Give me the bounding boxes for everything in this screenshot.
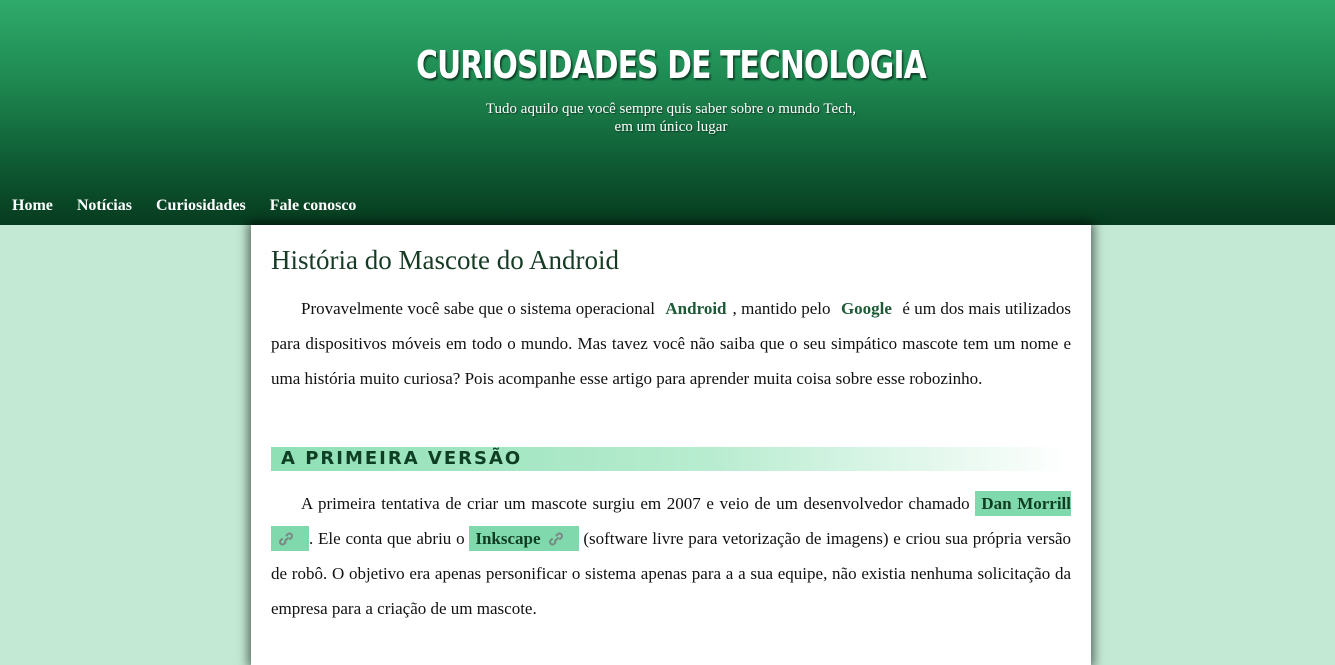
site-subtitle: Tudo aquilo que você sempre quis saber s… [470,100,872,136]
nav-item-curiosidades[interactable]: Curiosidades [156,196,246,218]
nav-item-fale-conosco[interactable]: Fale conosco [270,196,357,218]
link-dan-morrill-label: Dan Morrill [981,494,1072,513]
article-container: História do Mascote do Android Provavelm… [251,225,1091,665]
site-header: CURIOSIDADES DE TECNOLOGIA Tudo aquilo q… [0,0,1335,225]
link-inkscape[interactable]: Inkscape [469,526,579,551]
nav-item-home[interactable]: Home [12,196,53,218]
site-title: CURIOSIDADES DE TECNOLOGIA [416,43,927,87]
link-inkscape-label: Inkscape [475,529,541,548]
intro-text-1: Provavelmente você sabe que o sistema op… [301,299,660,318]
article-intro-paragraph: Provavelmente você sabe que o sistema op… [271,291,1071,396]
section-paragraph: A primeira tentativa de criar um mascote… [271,486,1072,626]
intro-text-2: , mantido pelo [732,299,835,318]
section-text-2: . Ele conta que abriu o [309,529,470,548]
section-text-1: A primeira tentativa de criar um mascote… [301,494,976,513]
link-icon [279,532,293,546]
site-subtitle-line-2: em um único lugar [614,119,728,135]
main-nav: Home Notícias Curiosidades Fale conosco [12,196,380,218]
nav-item-noticias[interactable]: Notícias [77,196,132,218]
section-heading: A PRIMEIRA VERSÃO [281,448,523,469]
site-subtitle-line-1: Tudo aquilo que você sempre quis saber s… [485,101,857,117]
section-heading-band: A PRIMEIRA VERSÃO [271,447,1071,471]
keyword-google: Google [840,299,892,318]
keyword-android: Android [665,299,727,318]
link-icon [548,532,563,546]
article-title: História do Mascote do Android [271,245,619,275]
